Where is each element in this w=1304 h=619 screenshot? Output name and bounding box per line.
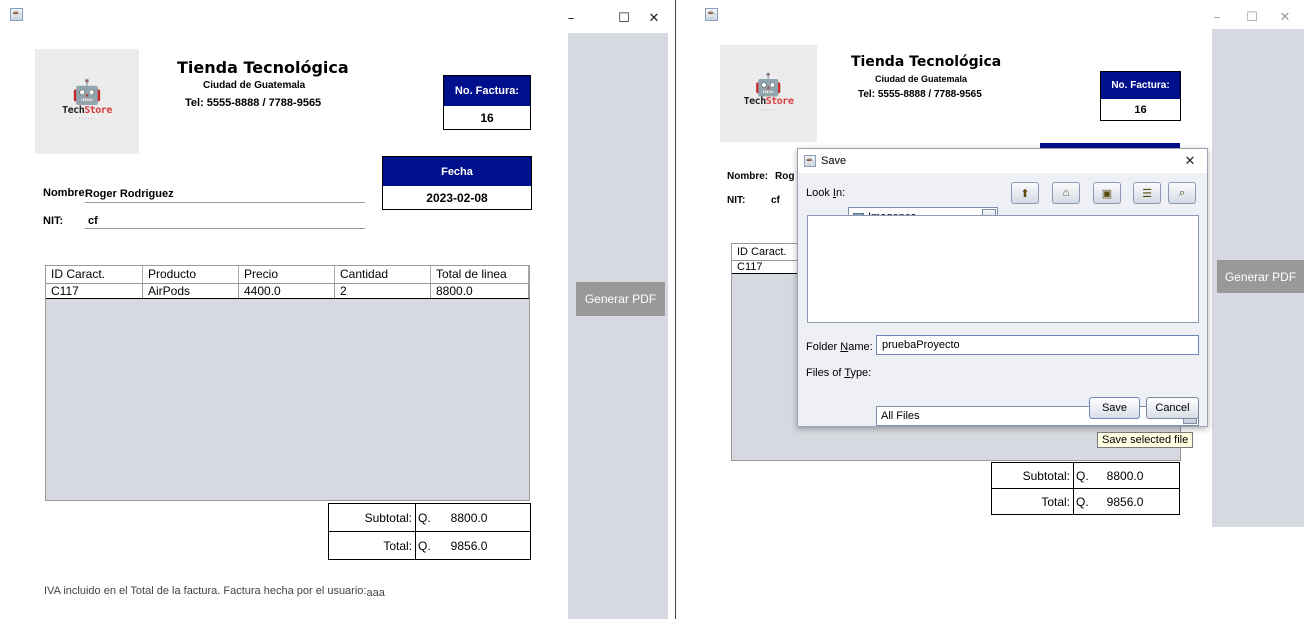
column-header[interactable]: Producto [143, 266, 239, 283]
footer-note: IVA incluido en el Total de la factura. … [44, 585, 385, 599]
java-app-icon: ☕ [10, 8, 23, 21]
column-header[interactable]: Total de linea [431, 266, 529, 283]
total-value: Q. 9856.0 [418, 538, 488, 553]
minimize-button[interactable]: – [560, 7, 582, 29]
date-box: Fecha 2023-02-08 [382, 156, 532, 210]
footer-text: IVA incluido en el Total de la factura. … [44, 585, 367, 597]
name-value: Roger Rodriguez [85, 188, 174, 200]
home-button[interactable]: ⌂ [1052, 182, 1080, 204]
total-box: Total: Q. 9856.0 [328, 531, 531, 560]
nit-value: cf [88, 215, 98, 227]
java-app-icon: ☕ [804, 155, 816, 167]
nit-label: NIT: [727, 195, 746, 206]
details-view-button[interactable]: ⌕ [1168, 182, 1196, 204]
nit-field: cf [85, 213, 365, 229]
dialog-titlebar: ☕ Save ✕ [798, 149, 1207, 173]
store-logo: 🤖 TechStore · · · · · · [720, 45, 817, 142]
invoice-number-value: 16 [1134, 103, 1147, 116]
products-table[interactable]: ID Caract. Producto Precio Cantidad Tota… [45, 265, 530, 501]
invoice-window-right: ☕ – ☐ ✕ 🤖 TechStore · · · · · · Tienda T… [697, 0, 1304, 619]
subtotal-label: Subtotal: [329, 504, 416, 531]
folder-name-label: Folder Name: [806, 341, 873, 353]
invoice-number-value: 16 [480, 110, 494, 125]
column-header[interactable]: Cantidad [335, 266, 431, 283]
close-button[interactable]: ✕ [643, 7, 665, 29]
minimize-button[interactable]: – [1206, 6, 1228, 28]
java-app-icon: ☕ [705, 8, 718, 21]
invoice-number-label: No. Factura: [444, 76, 530, 106]
list-view-button[interactable]: ☰ [1133, 182, 1161, 204]
total-value: Q. 9856.0 [1076, 494, 1144, 509]
table-cell: 8800.0 [431, 284, 529, 298]
maximize-button[interactable]: ☐ [1241, 6, 1263, 28]
maximize-button[interactable]: ☐ [613, 7, 635, 29]
file-list[interactable] [807, 215, 1199, 323]
robot-icon: 🤖 [754, 72, 783, 97]
store-city: Ciudad de Guatemala [203, 80, 306, 91]
name-label: Nombre: [43, 187, 89, 199]
table-cell: C117 [46, 284, 143, 298]
store-name: Tienda Tecnológica [851, 54, 1002, 70]
folder-name-value: pruebaProyecto [882, 339, 960, 351]
subtotal-box: Subtotal: Q. 8800.0 [991, 462, 1180, 489]
look-in-label: Look In: [806, 187, 846, 199]
new-folder-button[interactable]: ▣ [1093, 182, 1121, 204]
subtotal-value: Q. 8800.0 [418, 510, 488, 525]
logo-text: TechStore [743, 96, 794, 107]
column-header[interactable]: Precio [239, 266, 335, 283]
logo-subtext: · · · · · · [760, 107, 777, 113]
cancel-button[interactable]: Cancel [1146, 397, 1199, 419]
store-phone: Tel: 5555-8888 / 7788-9565 [858, 89, 982, 100]
save-button[interactable]: Save [1089, 397, 1140, 419]
table-row[interactable]: C117 AirPods 4400.0 2 8800.0 [46, 284, 529, 299]
table-header: ID Caract. Producto Precio Cantidad Tota… [46, 266, 529, 284]
subtotal-box: Subtotal: Q. 8800.0 [328, 503, 531, 532]
footer-user: aaa [366, 587, 385, 599]
dialog-close-button[interactable]: ✕ [1179, 150, 1201, 172]
store-name: Tienda Tecnológica [177, 58, 349, 77]
window-border [675, 0, 676, 619]
name-value-partial: Rog [775, 171, 795, 182]
name-label: Nombre: [727, 171, 769, 182]
close-button[interactable]: ✕ [1274, 6, 1296, 28]
table-cell: 2 [335, 284, 431, 298]
store-city: Ciudad de Guatemala [875, 74, 968, 84]
robot-icon: 🤖 [72, 79, 102, 106]
store-logo: 🤖 TechStore · · · · · · [35, 49, 139, 154]
invoice-number-box: No. Factura: 16 [443, 75, 531, 130]
subtotal-label: Subtotal: [992, 463, 1074, 488]
generate-pdf-button[interactable]: Generar PDF [576, 282, 665, 316]
total-label: Total: [992, 489, 1074, 514]
invoice-number-box: No. Factura: 16 [1100, 71, 1181, 121]
folder-name-input[interactable]: pruebaProyecto [876, 335, 1199, 355]
date-label: Fecha [383, 157, 531, 186]
files-type-label: Files of Type: [806, 367, 872, 379]
logo-subtext: · · · · · · [78, 116, 96, 122]
up-folder-button[interactable]: ⬆ [1011, 182, 1039, 204]
invoice-window-left: ☕ – ☐ ✕ 🤖 TechStore · · · · · · Tienda T… [0, 0, 676, 619]
subtotal-value: Q. 8800.0 [1076, 468, 1144, 483]
date-value: 2023-02-08 [426, 190, 488, 205]
column-header[interactable]: ID Caract. [46, 266, 143, 283]
generate-pdf-button[interactable]: Generar PDF [1217, 260, 1304, 293]
logo-text: TechStore [62, 105, 112, 116]
name-field: Roger Rodriguez [85, 186, 365, 203]
side-panel [568, 33, 668, 619]
save-dialog: ☕ Save ✕ Look In: Imagenes ▼ ⬆ ⌂ ▣ ☰ ⌕ F… [797, 148, 1208, 427]
table-cell: AirPods [143, 284, 239, 298]
total-label: Total: [329, 532, 416, 559]
save-tooltip: Save selected file [1097, 432, 1194, 448]
invoice-number-label: No. Factura: [1101, 72, 1180, 99]
nit-value: cf [771, 195, 780, 206]
nit-label: NIT: [43, 215, 64, 227]
files-type-value: All Files [881, 410, 920, 422]
total-box: Total: Q. 9856.0 [991, 488, 1180, 515]
table-cell: 4400.0 [239, 284, 335, 298]
store-phone: Tel: 5555-8888 / 7788-9565 [185, 97, 322, 109]
dialog-title: Save [821, 155, 847, 167]
